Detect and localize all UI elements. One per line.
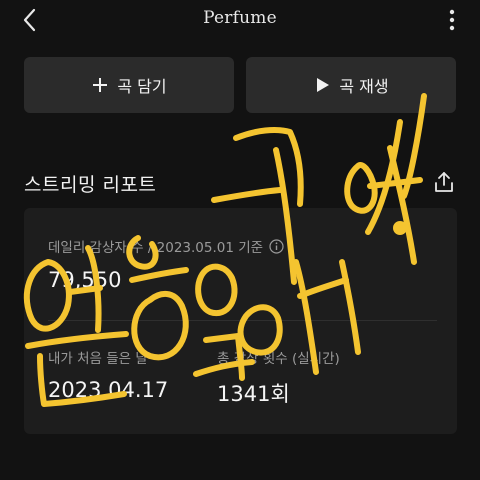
- total-plays-value: 1341회: [217, 382, 290, 406]
- add-song-button[interactable]: 곡 담기: [24, 57, 234, 113]
- divider: [48, 320, 437, 321]
- plus-icon: [91, 76, 109, 94]
- info-icon[interactable]: [269, 238, 284, 254]
- daily-listeners-label-row: 데일리 감상자 수 / 2023.05.01 기준: [48, 236, 284, 256]
- add-song-label: 곡 담기: [117, 77, 167, 96]
- share-icon: [435, 172, 453, 192]
- total-plays-label: 총 감상 횟수 (실시간): [217, 351, 340, 367]
- top-bar: Perfume: [0, 0, 480, 40]
- daily-listeners-label: 데일리 감상자 수 / 2023.05.01 기준: [48, 240, 264, 256]
- share-button[interactable]: [432, 170, 456, 194]
- more-vertical-icon: [449, 9, 455, 31]
- daily-listeners-value: 79,550: [48, 268, 122, 292]
- play-icon: [313, 76, 331, 94]
- play-song-label: 곡 재생: [339, 77, 389, 96]
- page-title: Perfume: [203, 8, 277, 28]
- first-listen-label: 내가 처음 들은 날: [48, 351, 148, 367]
- first-listen-value: 2023.04.17: [48, 378, 169, 402]
- more-options-button[interactable]: [442, 6, 462, 34]
- play-song-button[interactable]: 곡 재생: [246, 57, 456, 113]
- streaming-report-card: 데일리 감상자 수 / 2023.05.01 기준 79,550 내가 처음 들…: [24, 208, 457, 434]
- streaming-report-title: 스트리밍 리포트: [24, 174, 157, 196]
